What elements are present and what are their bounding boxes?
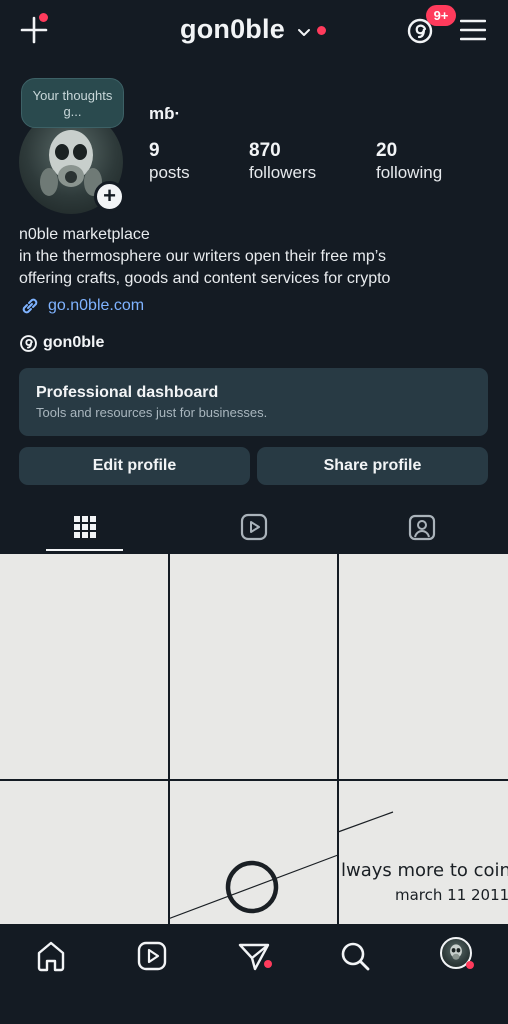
post-tile[interactable]	[170, 554, 338, 779]
following-count[interactable]: 20	[376, 140, 397, 162]
messages-icon[interactable]	[236, 938, 272, 974]
threads-handle[interactable]: gon0ble	[43, 334, 104, 352]
notification-badge: 9+	[426, 5, 456, 26]
bio-line-3: offering crafts, goods and content servi…	[19, 270, 391, 287]
posts-grid: lways more to coin march 11 2011	[0, 554, 508, 924]
reels-nav-icon[interactable]	[134, 938, 170, 974]
top-bar: gon0ble 9+	[0, 0, 508, 64]
create-notification-dot	[39, 13, 48, 22]
post-tile[interactable]	[0, 554, 168, 779]
posts-label[interactable]: posts	[149, 163, 190, 183]
edit-profile-button[interactable]: Edit profile	[19, 447, 250, 485]
share-profile-button[interactable]: Share profile	[257, 447, 488, 485]
post-tile[interactable]	[340, 554, 508, 779]
pro-dashboard-title: Professional dashboard	[36, 384, 219, 401]
followers-count[interactable]: 870	[249, 140, 281, 162]
account-notification-dot	[317, 26, 326, 35]
post-caption-line-1: lways more to coin	[341, 860, 508, 881]
pro-dashboard-subtitle: Tools and resources just for businesses.	[36, 405, 268, 420]
messages-notification-dot	[264, 960, 272, 968]
following-label[interactable]: following	[376, 163, 442, 183]
search-icon[interactable]	[337, 938, 373, 974]
post-tile[interactable]	[0, 781, 168, 924]
reels-icon	[240, 513, 268, 541]
add-story-button[interactable]: +	[94, 181, 125, 212]
tab-reels[interactable]	[214, 503, 294, 553]
posts-count[interactable]: 9	[149, 140, 160, 162]
bio-line-1: n0ble marketplace	[19, 226, 150, 243]
active-tab-indicator	[46, 549, 123, 551]
link-icon	[19, 295, 41, 317]
followers-label[interactable]: followers	[249, 163, 316, 183]
tab-posts-grid[interactable]	[46, 503, 123, 553]
grid-icon	[73, 515, 97, 539]
profile-link[interactable]: go.n0ble.com	[48, 297, 144, 315]
chevron-down-icon[interactable]	[297, 25, 311, 36]
post-caption-line-2: march 11 2011	[395, 886, 508, 904]
tab-tagged[interactable]	[382, 503, 462, 553]
threads-small-icon	[19, 334, 38, 353]
tagged-icon	[408, 513, 436, 541]
bottom-nav	[0, 924, 508, 1024]
menu-icon[interactable]	[459, 19, 487, 41]
bio-line-2: in the thermosphere our writers open the…	[19, 248, 386, 265]
home-icon[interactable]	[33, 938, 69, 974]
profile-notification-dot	[466, 961, 474, 969]
note-bubble[interactable]: Your thoughts g...	[21, 78, 124, 128]
username-title[interactable]: gon0ble	[180, 14, 285, 45]
professional-dashboard-card[interactable]: Professional dashboard Tools and resourc…	[19, 368, 488, 436]
display-name: mɓ·	[149, 104, 181, 123]
